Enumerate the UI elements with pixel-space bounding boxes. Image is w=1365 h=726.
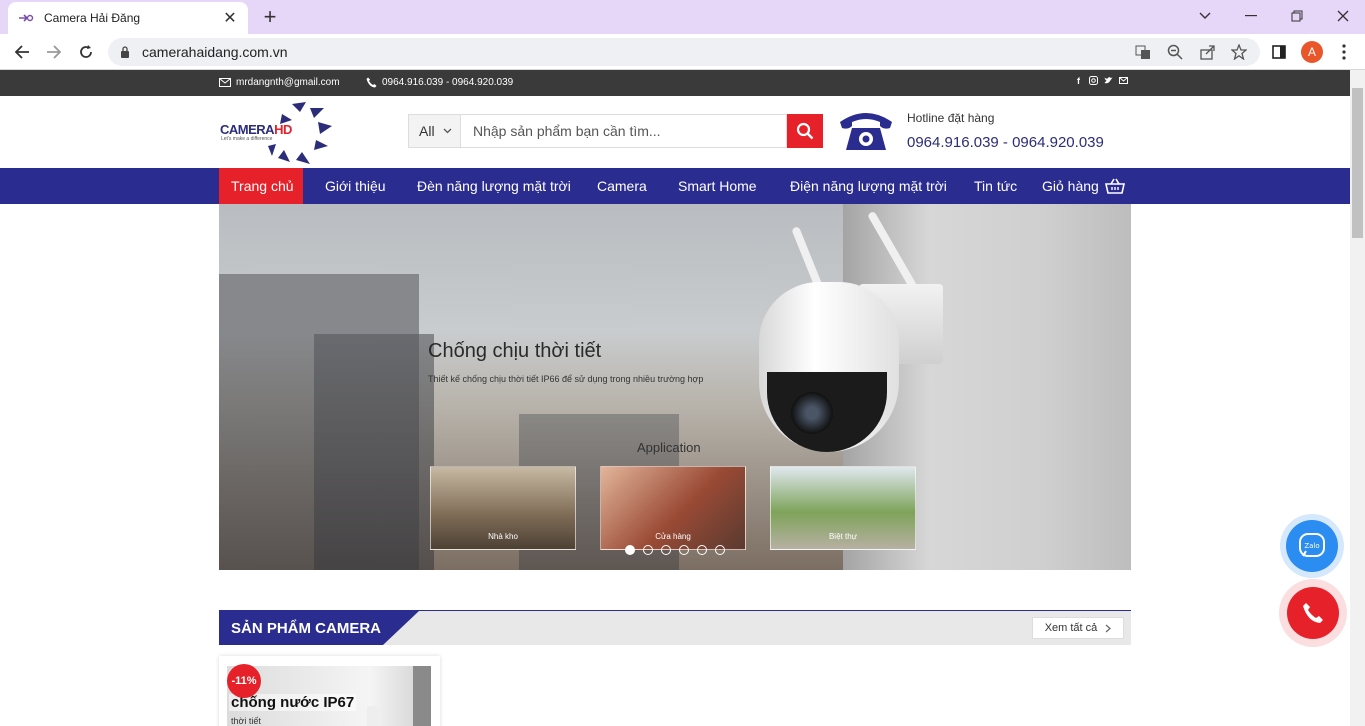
main-nav: Trang chủ Giới thiệu Đèn năng lượng mặt … [0, 168, 1350, 204]
browser-toolbar: camerahaidang.com.vn A [0, 34, 1365, 70]
chevron-down-icon [443, 128, 452, 134]
browser-tab[interactable]: Camera Hải Đăng ✕ [8, 2, 248, 34]
favicon-icon [19, 14, 34, 22]
scrollbar-thumb[interactable] [1352, 88, 1363, 238]
zoom-icon[interactable] [1166, 43, 1184, 61]
chevron-right-icon [1105, 624, 1112, 632]
top-info-bar: mrdangnth@gmail.com 0964.916.039 - 0964.… [0, 70, 1350, 96]
slider-dot[interactable] [715, 545, 725, 555]
browser-tab-strip: Camera Hải Đăng ✕ + [0, 0, 1365, 34]
telephone-icon [840, 113, 892, 150]
page-scrollbar[interactable] [1350, 70, 1365, 726]
slider-dot[interactable] [697, 545, 707, 555]
product-image-subtitle: thời tiết [231, 716, 261, 726]
topbar-email[interactable]: mrdangnth@gmail.com [219, 77, 340, 88]
mail-icon[interactable] [1119, 76, 1128, 87]
envelope-icon [219, 78, 231, 87]
search-category-select[interactable]: All [408, 114, 461, 148]
basket-icon [1104, 178, 1125, 194]
slider-dot[interactable] [661, 545, 671, 555]
hero-banner[interactable]: Chống chịu thời tiết Thiết kế chống chịu… [219, 204, 1131, 570]
topbar-phone[interactable]: 0964.916.039 - 0964.920.039 [366, 77, 513, 88]
restore-icon[interactable] [1283, 4, 1311, 28]
zalo-chat-button[interactable]: Zalo [1286, 520, 1338, 572]
instagram-icon[interactable] [1089, 76, 1098, 87]
banner-building-mid [314, 334, 434, 570]
search-form: All [408, 114, 824, 148]
page-viewport: mrdangnth@gmail.com 0964.916.039 - 0964.… [0, 70, 1350, 726]
social-links: f [1074, 76, 1128, 87]
product-card[interactable]: chống nước IP67 thời tiết -11% [219, 656, 440, 726]
svg-text:Zalo: Zalo [1304, 542, 1319, 550]
phone-icon [366, 77, 377, 88]
section-title: SẢN PHẨM CAMERA [219, 611, 419, 645]
forward-icon[interactable] [42, 40, 66, 64]
slider-dot[interactable] [643, 545, 653, 555]
slider-dot[interactable] [625, 545, 635, 555]
translate-icon[interactable] [1134, 43, 1152, 61]
url-text[interactable]: camerahaidang.com.vn [142, 44, 288, 60]
close-window-icon[interactable] [1329, 4, 1357, 28]
slider-dots [625, 545, 725, 555]
camera-lens [791, 392, 833, 434]
profile-avatar[interactable]: A [1301, 41, 1323, 63]
sale-badge: -11% [227, 664, 261, 698]
search-input[interactable] [460, 114, 787, 148]
nav-item-solar-power[interactable]: Điện năng lượng mặt trời [778, 168, 959, 204]
star-icon[interactable] [1230, 43, 1248, 61]
nav-item-cart[interactable]: Giỏ hàng [1030, 168, 1137, 204]
banner-application-label: Application [637, 440, 701, 455]
banner-thumb-villa: Biệt thự [770, 466, 916, 550]
close-icon[interactable]: ✕ [222, 8, 238, 28]
view-all-button[interactable]: Xem tất cả [1032, 617, 1124, 639]
nav-item-camera[interactable]: Camera [585, 168, 659, 204]
omnibox[interactable]: camerahaidang.com.vn [108, 38, 1260, 66]
hotline-label: Hotline đặt hàng [907, 111, 995, 125]
search-button[interactable] [787, 114, 823, 148]
search-category-value: All [419, 123, 435, 139]
product-wall-shape [413, 666, 431, 726]
banner-subtitle: Thiết kế chống chịu thời tiết IP66 để sử… [428, 374, 704, 384]
banner-thumb-store: Cửa hàng [600, 466, 746, 550]
chevron-down-icon[interactable] [1191, 4, 1219, 28]
plus-icon[interactable]: + [258, 4, 282, 30]
sidepanel-icon[interactable] [1267, 40, 1291, 64]
banner-thumb-warehouse: Nhà kho [430, 466, 576, 550]
topbar-email-text: mrdangnth@gmail.com [236, 77, 340, 88]
call-button[interactable] [1287, 587, 1339, 639]
zalo-icon: Zalo [1299, 533, 1325, 557]
nav-item-about[interactable]: Giới thiệu [313, 168, 398, 204]
phone-icon [1303, 603, 1323, 623]
logo-text: CAMERAHD [220, 122, 292, 137]
twitter-icon[interactable] [1104, 76, 1113, 87]
back-icon[interactable] [10, 40, 34, 64]
hotline-number[interactable]: 0964.916.039 - 0964.920.039 [907, 134, 1104, 151]
site-header: CAMERAHD Let's make a difference All Hot… [0, 96, 1350, 168]
nav-item-smart-home[interactable]: Smart Home [666, 168, 769, 204]
section-header-camera: SẢN PHẨM CAMERA Xem tất cả [219, 610, 1131, 645]
tab-title: Camera Hải Đăng [44, 11, 141, 25]
nav-item-home[interactable]: Trang chủ [219, 168, 303, 204]
banner-title: Chống chịu thời tiết [428, 340, 602, 362]
logo-tagline: Let's make a difference [221, 136, 273, 142]
nav-item-news[interactable]: Tin tức [962, 168, 1029, 204]
slider-dot[interactable] [679, 545, 689, 555]
search-icon [796, 122, 814, 140]
reload-icon[interactable] [74, 40, 98, 64]
share-icon[interactable] [1199, 43, 1217, 61]
topbar-phone-text: 0964.916.039 - 0964.920.039 [382, 77, 514, 88]
product-camera-shape [367, 706, 379, 726]
facebook-icon[interactable]: f [1074, 76, 1083, 87]
lock-icon[interactable] [120, 46, 130, 58]
kebab-menu-icon[interactable] [1332, 40, 1356, 64]
site-logo[interactable]: CAMERAHD Let's make a difference [220, 100, 335, 166]
nav-item-solar-lights[interactable]: Đèn năng lượng mặt trời [405, 168, 583, 204]
minimize-icon[interactable] [1237, 4, 1265, 28]
